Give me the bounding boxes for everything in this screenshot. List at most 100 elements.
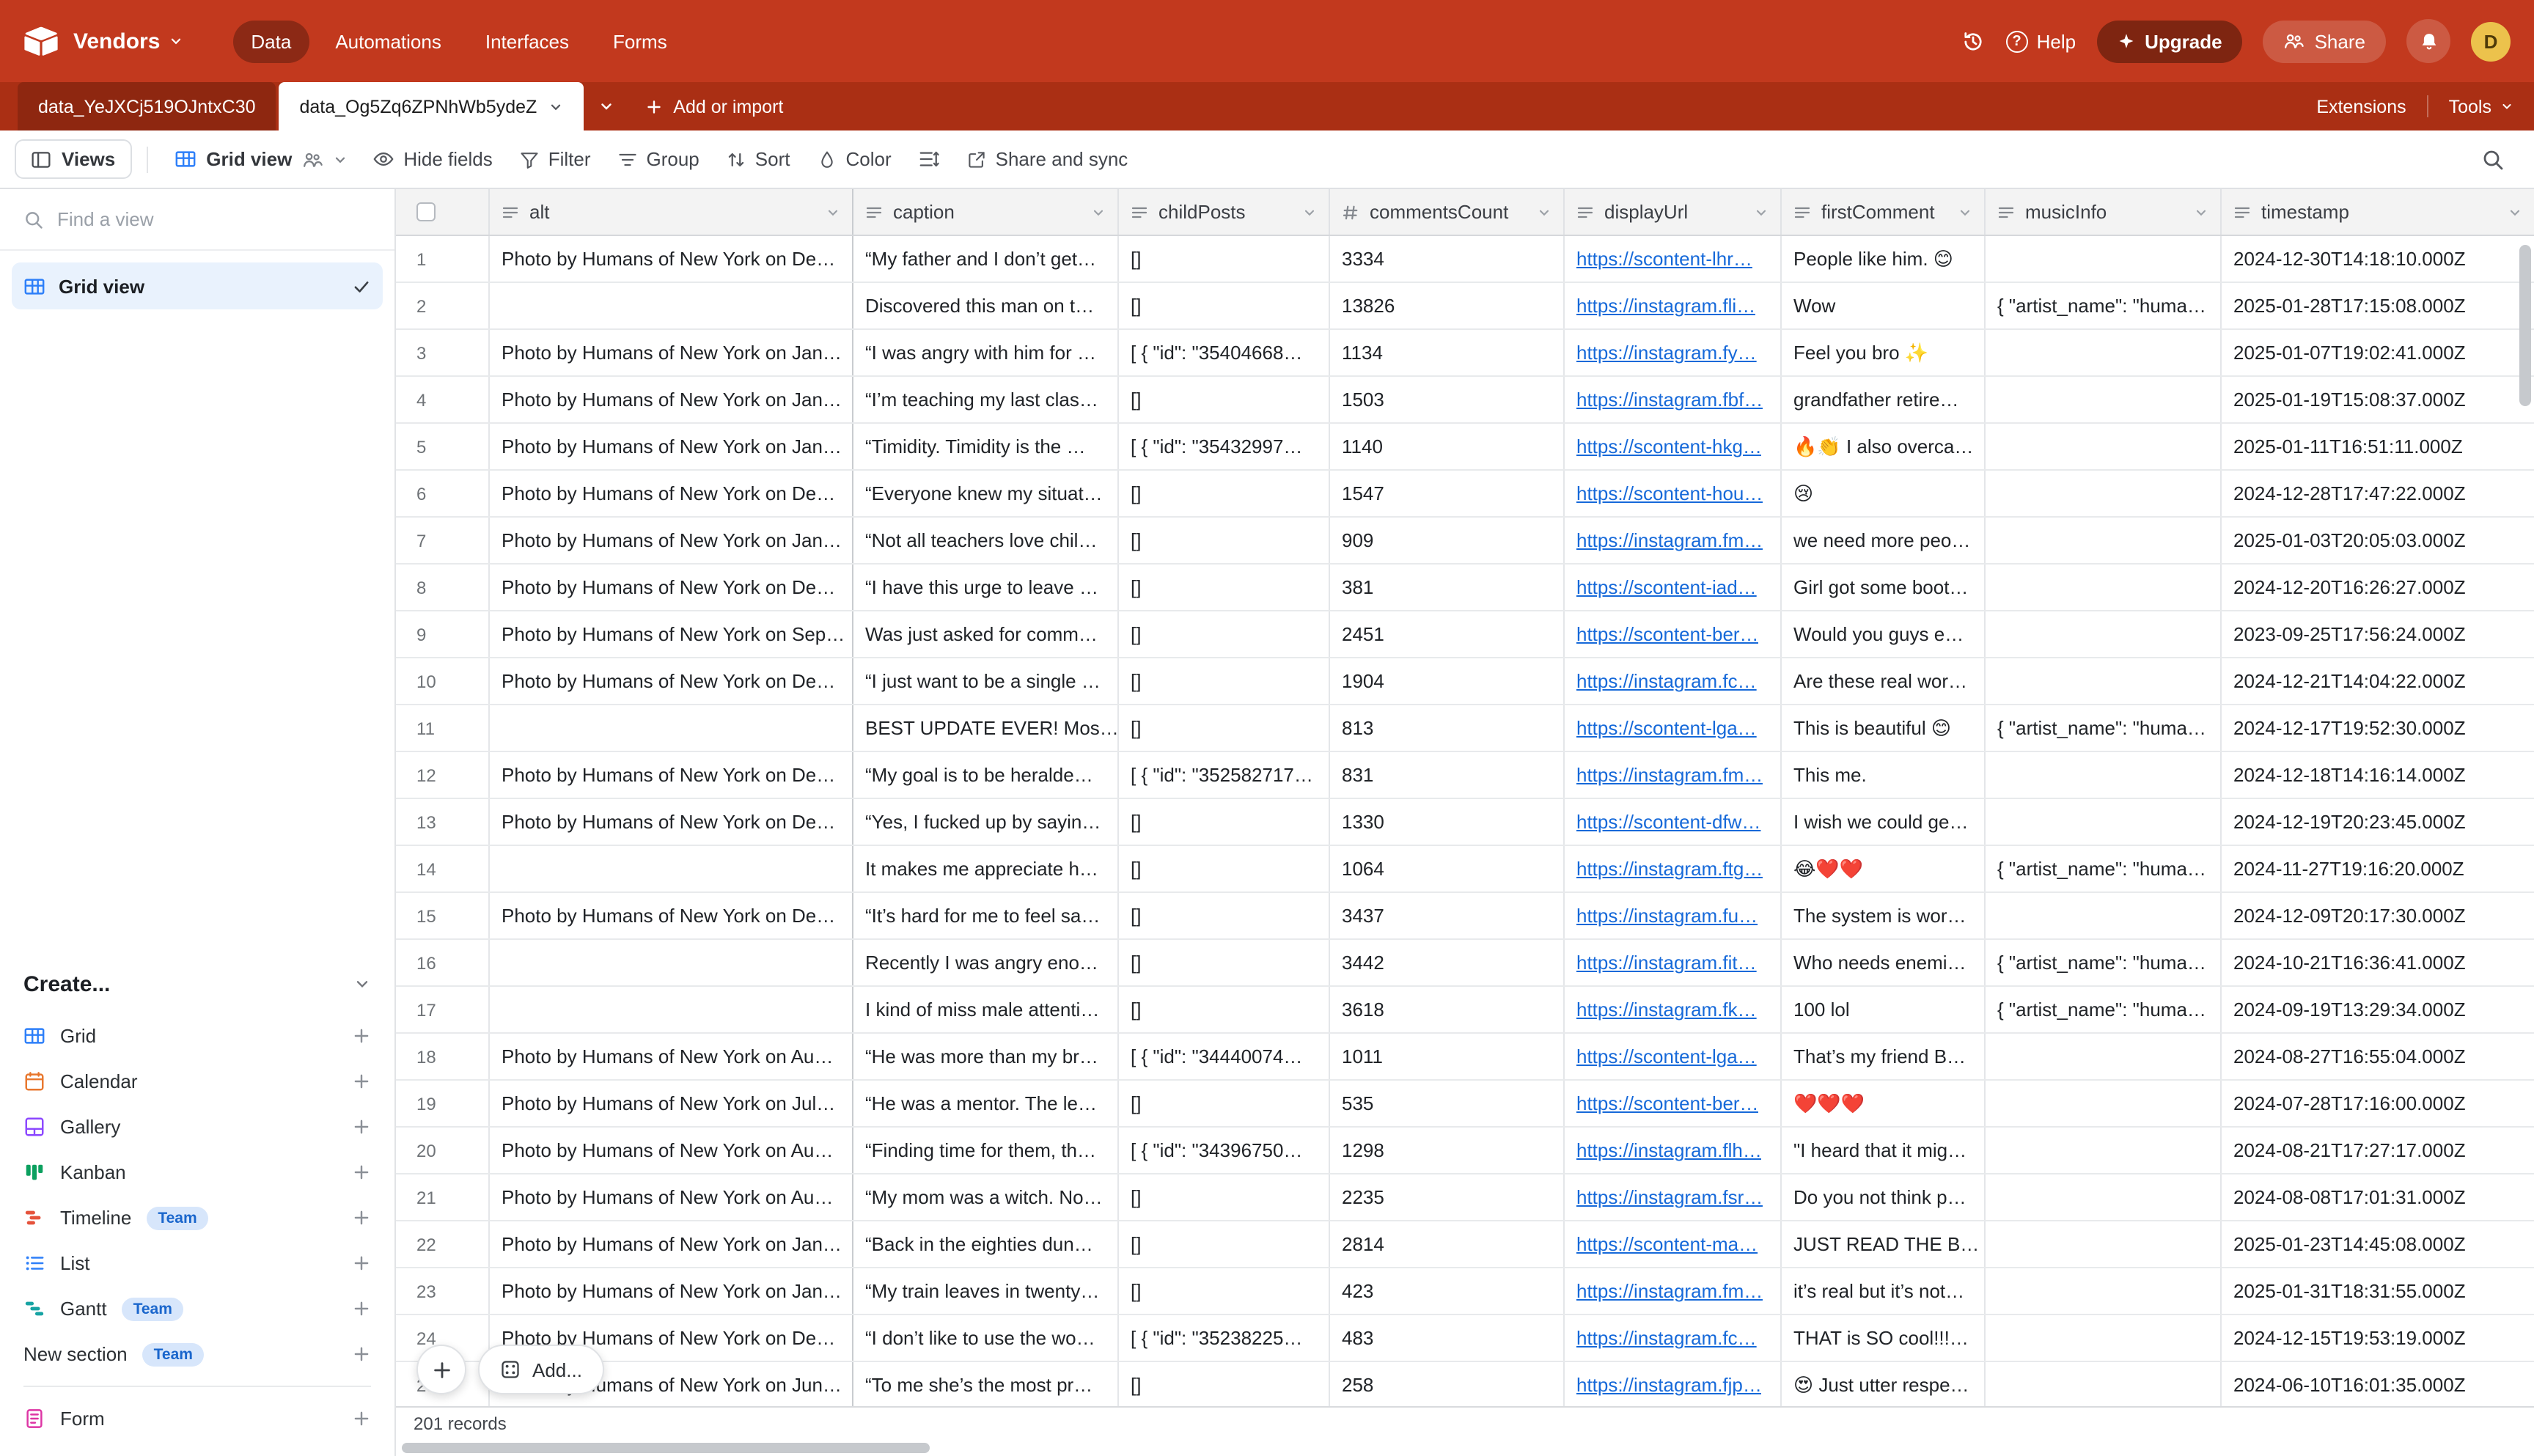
- cell-caption[interactable]: “Everyone knew my situat…: [853, 471, 1119, 516]
- cell-firstcomment[interactable]: grandfather retire…: [1782, 377, 1986, 422]
- cell-childposts[interactable]: []: [1119, 705, 1330, 751]
- row-number[interactable]: 23: [396, 1268, 490, 1314]
- cell-commentscount[interactable]: 258: [1330, 1362, 1565, 1406]
- notifications-bell-icon[interactable]: [2406, 19, 2450, 63]
- cell-musicinfo[interactable]: { "artist_name": "huma…: [1986, 846, 2222, 891]
- cell-musicinfo[interactable]: [1986, 518, 2222, 563]
- cell-childposts[interactable]: []: [1119, 377, 1330, 422]
- display-url-link[interactable]: https://instagram.fit…: [1576, 952, 1757, 974]
- cell-childposts[interactable]: [ { "id": "35404668…: [1119, 330, 1330, 375]
- display-url-link[interactable]: https://instagram.fy…: [1576, 342, 1757, 364]
- cell-caption[interactable]: “I don’t like to use the wo…: [853, 1315, 1119, 1361]
- airtable-logo-icon[interactable]: [23, 26, 59, 56]
- cell-alt[interactable]: Photo by Humans of New York on Jan…: [490, 1221, 853, 1267]
- table-row[interactable]: 1 Photo by Humans of New York on De… “My…: [396, 236, 2534, 283]
- cell-musicinfo[interactable]: [1986, 236, 2222, 282]
- cell-displayurl[interactable]: https://scontent-ber…: [1565, 1081, 1782, 1126]
- cell-timestamp[interactable]: 2025-01-28T17:15:08.000Z: [2222, 283, 2534, 328]
- create-item-calendar[interactable]: Calendar: [12, 1059, 383, 1104]
- table-row[interactable]: 2 Discovered this man on t… [] 13826 htt…: [396, 283, 2534, 330]
- display-url-link[interactable]: https://instagram.fm…: [1576, 764, 1763, 786]
- cell-alt[interactable]: Photo by Humans of New York on De…: [490, 893, 853, 938]
- table-row[interactable]: 18 Photo by Humans of New York on Au… “H…: [396, 1034, 2534, 1081]
- display-url-link[interactable]: https://instagram.fm…: [1576, 1280, 1763, 1302]
- nav-tab-data[interactable]: Data: [233, 20, 309, 62]
- display-url-link[interactable]: https://scontent-ber…: [1576, 1092, 1759, 1114]
- display-url-link[interactable]: https://instagram.ftg…: [1576, 858, 1763, 880]
- vertical-scrollbar-thumb[interactable]: [2519, 245, 2531, 406]
- cell-timestamp[interactable]: 2024-12-20T16:26:27.000Z: [2222, 565, 2534, 610]
- cell-caption[interactable]: “Timidity. Timidity is the …: [853, 424, 1119, 469]
- cell-childposts[interactable]: []: [1119, 611, 1330, 657]
- cell-alt[interactable]: Photo by Humans of New York on Jan…: [490, 424, 853, 469]
- cell-alt[interactable]: Photo by Humans of New York on Jan…: [490, 518, 853, 563]
- cell-commentscount[interactable]: 1134: [1330, 330, 1565, 375]
- cell-childposts[interactable]: [ { "id": "352582717…: [1119, 752, 1330, 798]
- nav-tab-forms[interactable]: Forms: [595, 20, 685, 62]
- cell-commentscount[interactable]: 483: [1330, 1315, 1565, 1361]
- cell-alt[interactable]: Photo by Humans of New York on Au…: [490, 1174, 853, 1220]
- plus-icon[interactable]: [352, 1117, 371, 1136]
- table-row[interactable]: 21 Photo by Humans of New York on Au… “M…: [396, 1174, 2534, 1221]
- cell-firstcomment[interactable]: People like him. 😊: [1782, 236, 1986, 282]
- row-number[interactable]: 22: [396, 1221, 490, 1267]
- cell-commentscount[interactable]: 2814: [1330, 1221, 1565, 1267]
- cell-musicinfo[interactable]: [1986, 377, 2222, 422]
- cell-caption[interactable]: “To me she’s the most pr…: [853, 1362, 1119, 1406]
- cell-firstcomment[interactable]: 😂❤️❤️: [1782, 846, 1986, 891]
- cell-commentscount[interactable]: 831: [1330, 752, 1565, 798]
- create-item-gallery[interactable]: Gallery: [12, 1104, 383, 1150]
- cell-displayurl[interactable]: https://instagram.fit…: [1565, 940, 1782, 985]
- cell-caption[interactable]: “Yes, I fucked up by sayin…: [853, 799, 1119, 845]
- cell-alt[interactable]: [490, 705, 853, 751]
- display-url-link[interactable]: https://scontent-ma…: [1576, 1233, 1758, 1255]
- cell-firstcomment[interactable]: The system is wor…: [1782, 893, 1986, 938]
- cell-displayurl[interactable]: https://scontent-iad…: [1565, 565, 1782, 610]
- cell-displayurl[interactable]: https://instagram.fy…: [1565, 330, 1782, 375]
- cell-displayurl[interactable]: https://instagram.fu…: [1565, 893, 1782, 938]
- cell-musicinfo[interactable]: [1986, 658, 2222, 704]
- column-header-timestamp[interactable]: timestamp: [2222, 189, 2534, 235]
- table-row[interactable]: 11 BEST UPDATE EVER! Mos… [] 813 https:/…: [396, 705, 2534, 752]
- cell-displayurl[interactable]: https://instagram.fjp…: [1565, 1362, 1782, 1406]
- cell-caption[interactable]: Recently I was angry eno…: [853, 940, 1119, 985]
- cell-firstcomment[interactable]: I wish we could ge…: [1782, 799, 1986, 845]
- cell-commentscount[interactable]: 535: [1330, 1081, 1565, 1126]
- cell-childposts[interactable]: []: [1119, 565, 1330, 610]
- row-number[interactable]: 21: [396, 1174, 490, 1220]
- cell-displayurl[interactable]: https://instagram.fm…: [1565, 1268, 1782, 1314]
- row-number[interactable]: 18: [396, 1034, 490, 1079]
- cell-childposts[interactable]: []: [1119, 1221, 1330, 1267]
- cell-displayurl[interactable]: https://scontent-ma…: [1565, 1221, 1782, 1267]
- display-url-link[interactable]: https://scontent-dfw…: [1576, 811, 1760, 833]
- cell-alt[interactable]: [490, 940, 853, 985]
- add-record-button[interactable]: [416, 1345, 466, 1394]
- cell-childposts[interactable]: []: [1119, 518, 1330, 563]
- table-row[interactable]: 10 Photo by Humans of New York on De… “I…: [396, 658, 2534, 705]
- create-item-gantt[interactable]: Gantt Team: [12, 1286, 383, 1331]
- upgrade-button[interactable]: Upgrade: [2096, 20, 2242, 62]
- cell-timestamp[interactable]: 2025-01-19T15:08:37.000Z: [2222, 377, 2534, 422]
- cell-firstcomment[interactable]: 😍 Just utter respe…: [1782, 1362, 1986, 1406]
- cell-commentscount[interactable]: 1064: [1330, 846, 1565, 891]
- plus-icon[interactable]: [352, 1409, 371, 1428]
- cell-caption[interactable]: Discovered this man on t…: [853, 283, 1119, 328]
- cell-alt[interactable]: Photo by Humans of New York on Au…: [490, 1034, 853, 1079]
- plus-icon[interactable]: [352, 1163, 371, 1182]
- table-list-chevron-icon[interactable]: [584, 82, 628, 130]
- table-row[interactable]: 12 Photo by Humans of New York on De… “M…: [396, 752, 2534, 799]
- cell-caption[interactable]: Was just asked for comm…: [853, 611, 1119, 657]
- cell-firstcomment[interactable]: 100 lol: [1782, 987, 1986, 1032]
- cell-caption[interactable]: “My mom was a witch. No…: [853, 1174, 1119, 1220]
- cell-displayurl[interactable]: https://instagram.fbf…: [1565, 377, 1782, 422]
- cell-commentscount[interactable]: 1140: [1330, 424, 1565, 469]
- cell-timestamp[interactable]: 2024-12-17T19:52:30.000Z: [2222, 705, 2534, 751]
- create-item-form[interactable]: Form: [12, 1396, 383, 1441]
- cell-displayurl[interactable]: https://scontent-lga…: [1565, 1034, 1782, 1079]
- row-number[interactable]: 10: [396, 658, 490, 704]
- cell-caption[interactable]: It makes me appreciate h…: [853, 846, 1119, 891]
- cell-timestamp[interactable]: 2024-12-30T14:18:10.000Z: [2222, 236, 2534, 282]
- cell-firstcomment[interactable]: 😢: [1782, 471, 1986, 516]
- cell-caption[interactable]: “I’m teaching my last clas…: [853, 377, 1119, 422]
- extensions-button[interactable]: Extensions: [2296, 82, 2426, 130]
